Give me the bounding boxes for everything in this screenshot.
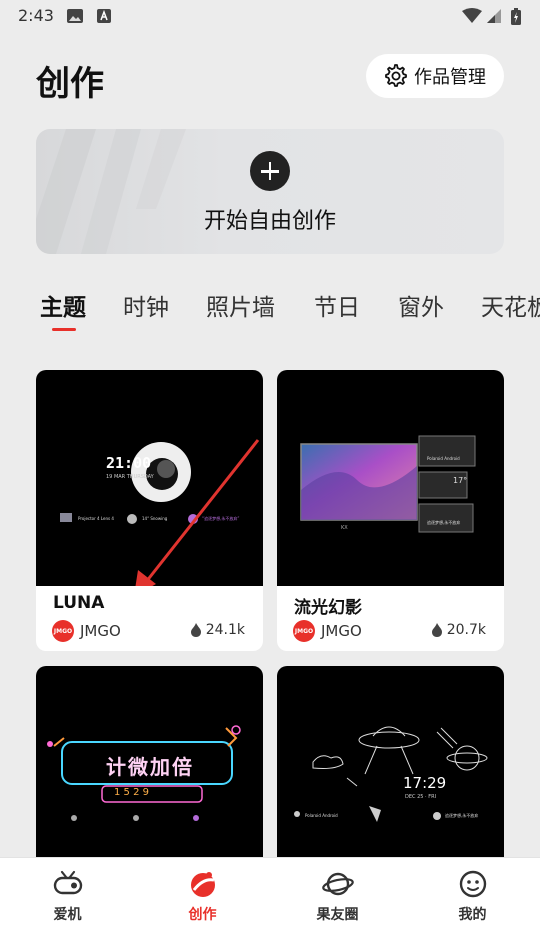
signal-icon — [487, 9, 501, 23]
bottom-navigation: 爱机 创作 果友圈 我的 — [0, 857, 540, 930]
flame-icon — [190, 623, 201, 637]
preview-widget-device: Polaroid Android — [427, 456, 460, 461]
author-name: JMGO — [321, 622, 362, 640]
preview-widget-device: Polaroid Android — [305, 813, 338, 818]
theme-preview: 17:29 DEC 25 · FRI Polaroid Android 追逐梦想… — [277, 666, 504, 876]
nav-label: 我的 — [458, 907, 487, 923]
preview-clock: 17:29 — [403, 774, 447, 792]
status-bar: 2:43 — [0, 0, 540, 34]
tab-clock[interactable]: 时钟 — [123, 288, 169, 322]
nav-item-me[interactable]: 我的 — [405, 858, 540, 930]
preview-widget-quote: 追逐梦想,永不放弃 — [445, 813, 479, 818]
theme-preview: Polaroid Android 17° 追逐梦想,永不放弃 KX — [277, 370, 504, 586]
theme-likes: 24.1k — [190, 622, 245, 638]
theme-author: JMGO JMGO — [293, 620, 362, 642]
nav-item-create[interactable]: 创作 — [135, 858, 270, 930]
theme-preview: 21:00 19 MAR THURSDAY Projector 4 Lens 4… — [36, 370, 263, 586]
theme-name: LUNA — [53, 593, 105, 613]
theme-author: JMGO JMGO — [52, 620, 121, 642]
preview-neon-text: 计微加倍 — [106, 755, 194, 779]
nav-item-device[interactable]: 爱机 — [0, 858, 135, 930]
page-title: 创作 — [36, 64, 104, 104]
likes-count: 24.1k — [205, 622, 245, 638]
theme-name: 流光幻影 — [294, 598, 362, 618]
theme-preview: 计微加倍 1 5 2 9 — [36, 666, 263, 876]
battery-icon — [511, 8, 521, 25]
status-time: 2:43 — [18, 6, 54, 25]
wifi-icon — [462, 8, 482, 23]
theme-card-lineart[interactable]: 17:29 DEC 25 · FRI Polaroid Android 追逐梦想… — [277, 666, 504, 876]
plus-icon — [250, 151, 290, 191]
nav-item-community[interactable]: 果友圈 — [270, 858, 405, 930]
jmgo-logo-icon: JMGO — [293, 620, 315, 642]
tab-photo-wall[interactable]: 照片墙 — [206, 288, 275, 322]
preview-date: DEC 25 · FRI — [405, 794, 437, 800]
manage-works-label: 作品管理 — [414, 67, 486, 88]
likes-count: 20.7k — [446, 622, 486, 638]
gallery-icon — [67, 9, 83, 23]
nav-label: 创作 — [188, 907, 217, 923]
lineart-preview-art — [294, 726, 488, 822]
tab-outside-window[interactable]: 窗外 — [398, 288, 444, 322]
tab-holiday[interactable]: 节日 — [314, 288, 360, 322]
nav-label: 果友圈 — [316, 907, 359, 923]
preview-widget-quote: 追逐梦想,永不放弃 — [427, 520, 461, 525]
tab-ceiling[interactable]: 天花板 — [481, 288, 540, 322]
preview-widget-temp: 17° — [453, 476, 468, 485]
liuguang-preview-art — [300, 435, 476, 533]
theme-likes: 20.7k — [431, 622, 486, 638]
projector-icon — [53, 870, 82, 895]
banner-shadow-decoration — [36, 129, 186, 254]
start-creating-label: 开始自由创作 — [203, 209, 336, 234]
theme-card-luna[interactable]: 21:00 19 MAR THURSDAY Projector 4 Lens 4… — [36, 370, 263, 651]
preview-digits: 1 5 2 9 — [114, 787, 149, 798]
theme-card-neon[interactable]: 计微加倍 1 5 2 9 — [36, 666, 263, 876]
arrow-annotation — [135, 439, 260, 586]
preview-label: KX — [341, 525, 348, 531]
theme-card-liuguang[interactable]: Polaroid Android 17° 追逐梦想,永不放弃 KX 流光幻影 J… — [277, 370, 504, 651]
gear-icon — [385, 64, 407, 87]
font-icon — [97, 9, 111, 23]
start-creating-banner[interactable]: 开始自由创作 — [36, 129, 504, 254]
category-tabs: 主题 时钟 照片墙 节日 窗外 天花板 — [40, 288, 540, 334]
flame-icon — [431, 623, 442, 637]
create-icon — [190, 872, 215, 897]
planet-icon — [321, 872, 354, 896]
author-name: JMGO — [80, 622, 121, 640]
jmgo-logo-icon: JMGO — [52, 620, 74, 642]
active-tab-indicator — [52, 328, 76, 331]
smiley-icon — [459, 870, 486, 898]
tab-theme[interactable]: 主题 — [40, 288, 86, 322]
nav-label: 爱机 — [53, 907, 82, 923]
manage-works-button[interactable]: 作品管理 — [366, 54, 504, 98]
